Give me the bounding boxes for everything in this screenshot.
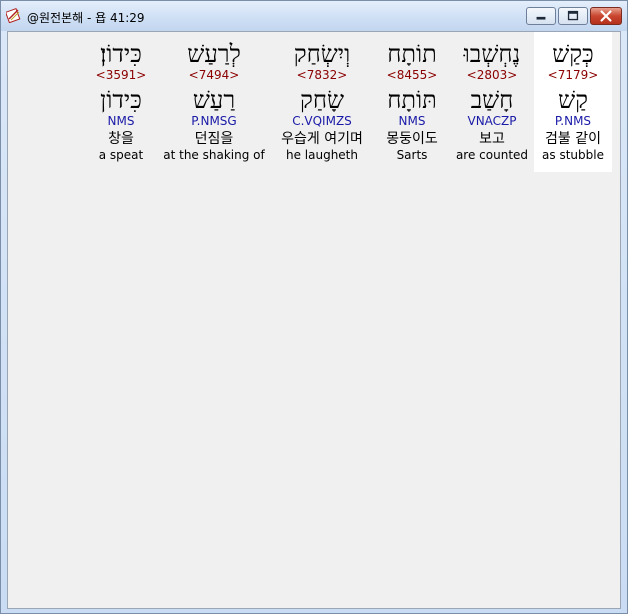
hebrew-word: כְּקַשׁ bbox=[552, 40, 594, 68]
english-gloss: as stubble bbox=[542, 148, 604, 162]
main-window: @원전본해 - 욥 41:29 כְּקַשׁ <7179> קַשׁ P.NM… bbox=[0, 0, 628, 614]
minimize-button[interactable] bbox=[526, 7, 556, 25]
word-column-2[interactable]: נֶחְשְׁבוּ <2803> חָשַׁב VNACZP 보고 are c… bbox=[454, 32, 530, 172]
strong-number[interactable]: <7179> bbox=[534, 68, 612, 82]
hebrew-word: תוֹתָח bbox=[387, 40, 437, 68]
english-gloss: Sarts bbox=[396, 148, 428, 162]
korean-gloss: 던짐을 bbox=[194, 131, 234, 147]
morphology-code: NMS bbox=[398, 114, 426, 128]
morphology-code: P.NMSG bbox=[191, 114, 237, 128]
word-column-5[interactable]: לְרַעַשׁ <7494> רַעַשׁ P.NMSG 던짐을 at the… bbox=[160, 32, 268, 172]
morphology-code: VNACZP bbox=[467, 114, 517, 128]
word-column-6[interactable]: כִּידוֹן׃ <3591> כִּידוֹן NMS 창을 a speat bbox=[86, 32, 156, 172]
strong-number[interactable]: <7832> bbox=[272, 68, 372, 82]
window-title: @원전본해 - 욥 41:29 bbox=[27, 11, 145, 25]
word-column-4[interactable]: וְיִשְׂחַק <7832> שָׂחַק C.VQIMZS 우습게 여기… bbox=[272, 32, 372, 172]
word-column-1[interactable]: כְּקַשׁ <7179> קַשׁ P.NMS 검불 같이 as stubb… bbox=[534, 32, 612, 172]
strong-number[interactable]: <2803> bbox=[454, 68, 530, 82]
hebrew-word: נֶחְשְׁבוּ bbox=[463, 40, 521, 68]
maximize-button[interactable] bbox=[558, 7, 588, 25]
hebrew-lemma: תּוֹתָח bbox=[387, 86, 437, 114]
hebrew-lemma: חָשַׁב bbox=[470, 86, 514, 114]
hebrew-lemma: רַעַשׁ bbox=[192, 86, 236, 114]
morphology-code: P.NMS bbox=[554, 114, 592, 128]
hebrew-lemma: שָׂחַק bbox=[299, 86, 345, 114]
word-column-3[interactable]: תוֹתָח <8455> תּוֹתָח NMS 몽둥이도 Sarts bbox=[374, 32, 450, 172]
morphology-code: NMS bbox=[107, 114, 135, 128]
hebrew-word: וְיִשְׂחַק bbox=[293, 40, 351, 68]
minimize-icon bbox=[536, 16, 546, 20]
hebrew-lemma: כִּידוֹן bbox=[100, 86, 142, 114]
bible-book-icon bbox=[6, 7, 21, 23]
hebrew-word: לְרַעַשׁ bbox=[187, 40, 241, 68]
korean-gloss: 우습게 여기며 bbox=[281, 131, 363, 147]
hebrew-word: כִּידוֹן׃ bbox=[100, 40, 142, 68]
morphology-code: C.VQIMZS bbox=[292, 114, 352, 128]
close-icon bbox=[600, 10, 612, 22]
strong-number[interactable]: <7494> bbox=[160, 68, 268, 82]
close-button[interactable] bbox=[590, 7, 622, 25]
title-bar[interactable]: @원전본해 - 욥 41:29 bbox=[1, 1, 627, 31]
maximize-icon bbox=[567, 10, 579, 21]
strong-number[interactable]: <3591> bbox=[86, 68, 156, 82]
korean-gloss: 몽둥이도 bbox=[386, 131, 438, 147]
english-gloss: are counted bbox=[455, 148, 529, 162]
english-gloss: at the shaking of bbox=[163, 148, 265, 162]
korean-gloss: 창을 bbox=[108, 131, 134, 147]
english-gloss: he laugheth bbox=[285, 148, 358, 162]
interlinear-panel[interactable]: כְּקַשׁ <7179> קַשׁ P.NMS 검불 같이 as stubb… bbox=[7, 31, 621, 609]
strong-number[interactable]: <8455> bbox=[374, 68, 450, 82]
english-gloss: a speat bbox=[98, 148, 144, 162]
korean-gloss: 검불 같이 bbox=[545, 131, 601, 147]
hebrew-lemma: קַשׁ bbox=[558, 86, 588, 114]
korean-gloss: 보고 bbox=[479, 131, 505, 147]
